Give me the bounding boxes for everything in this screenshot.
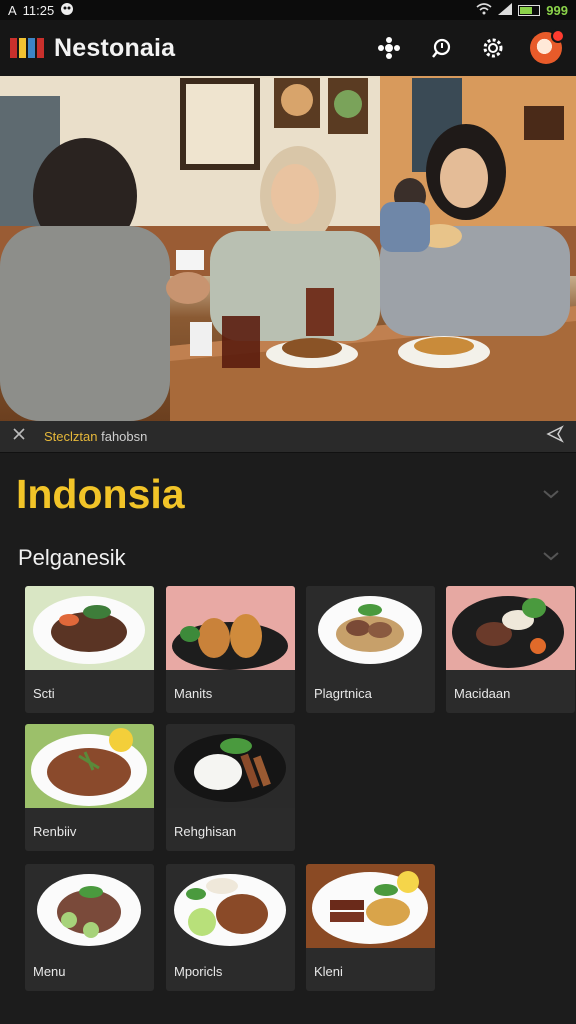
dish-card[interactable]: Scti bbox=[25, 586, 154, 713]
dish-label: Renbiiv bbox=[33, 824, 77, 839]
app-logo bbox=[10, 35, 44, 61]
app-bar-actions bbox=[374, 29, 566, 64]
dish-card[interactable]: Kleni bbox=[306, 864, 435, 991]
app-title: Nestonaia bbox=[54, 33, 176, 62]
image-caption-bar: Steclztan fahobsn bbox=[0, 421, 576, 453]
wifi-icon bbox=[476, 2, 492, 18]
section-heading: Pelganesik bbox=[18, 545, 126, 570]
dish-label: Scti bbox=[33, 686, 55, 701]
dish-card[interactable]: Mporicls bbox=[166, 864, 295, 991]
status-time: 11:25 bbox=[22, 2, 55, 18]
status-bar: A 11:25 999 bbox=[0, 0, 576, 20]
dish-card[interactable]: Renbiiv bbox=[25, 724, 154, 851]
dish-label: Menu bbox=[33, 964, 66, 979]
status-indicator: A bbox=[8, 2, 17, 18]
country-heading: Indonsia bbox=[16, 471, 185, 517]
gear-icon[interactable] bbox=[478, 33, 508, 63]
dish-card[interactable]: Macidaan bbox=[446, 586, 575, 713]
dish-photo bbox=[166, 864, 295, 948]
search-icon[interactable] bbox=[426, 33, 456, 63]
dish-label: Macidaan bbox=[454, 686, 511, 701]
notification-icon bbox=[60, 2, 74, 19]
network-icon[interactable] bbox=[374, 33, 404, 63]
dish-label: Kleni bbox=[314, 964, 343, 979]
close-icon[interactable] bbox=[12, 427, 26, 446]
dish-card[interactable]: Plagrtnica bbox=[306, 586, 435, 713]
caption-highlight: Steclztan bbox=[44, 429, 98, 444]
dish-label: Mporicls bbox=[174, 964, 223, 979]
status-left: A 11:25 bbox=[8, 2, 74, 19]
chevron-down-icon[interactable] bbox=[542, 487, 560, 505]
share-icon[interactable] bbox=[546, 425, 564, 448]
app-bar: Nestonaia bbox=[0, 20, 576, 76]
dish-card[interactable]: Menu bbox=[25, 864, 154, 991]
dish-photo bbox=[166, 586, 295, 670]
avatar[interactable] bbox=[530, 29, 565, 64]
caption-rest: fahobsn bbox=[97, 429, 148, 444]
status-right: 999 bbox=[476, 2, 568, 18]
dish-photo bbox=[166, 724, 295, 808]
dish-photo bbox=[25, 724, 154, 808]
chevron-down-icon[interactable] bbox=[542, 549, 560, 567]
content-panel: Indonsia Pelganesik Scti Manits Plagrtni… bbox=[0, 453, 576, 1024]
dish-photo bbox=[306, 586, 435, 670]
dish-label: Plagrtnica bbox=[314, 686, 372, 701]
battery-icon bbox=[518, 4, 541, 16]
hero-image bbox=[0, 76, 576, 421]
signal-icon bbox=[498, 2, 513, 18]
image-caption: Steclztan fahobsn bbox=[44, 429, 147, 444]
dish-card[interactable]: Manits bbox=[166, 586, 295, 713]
dish-label: Manits bbox=[174, 686, 213, 701]
dish-photo bbox=[446, 586, 575, 670]
dish-photo bbox=[306, 864, 435, 948]
dish-card[interactable]: Rehghisan bbox=[166, 724, 295, 851]
dish-label: Rehghisan bbox=[174, 824, 237, 839]
battery-level: 999 bbox=[546, 2, 568, 18]
dish-photo bbox=[25, 864, 154, 948]
dish-photo bbox=[25, 586, 154, 670]
